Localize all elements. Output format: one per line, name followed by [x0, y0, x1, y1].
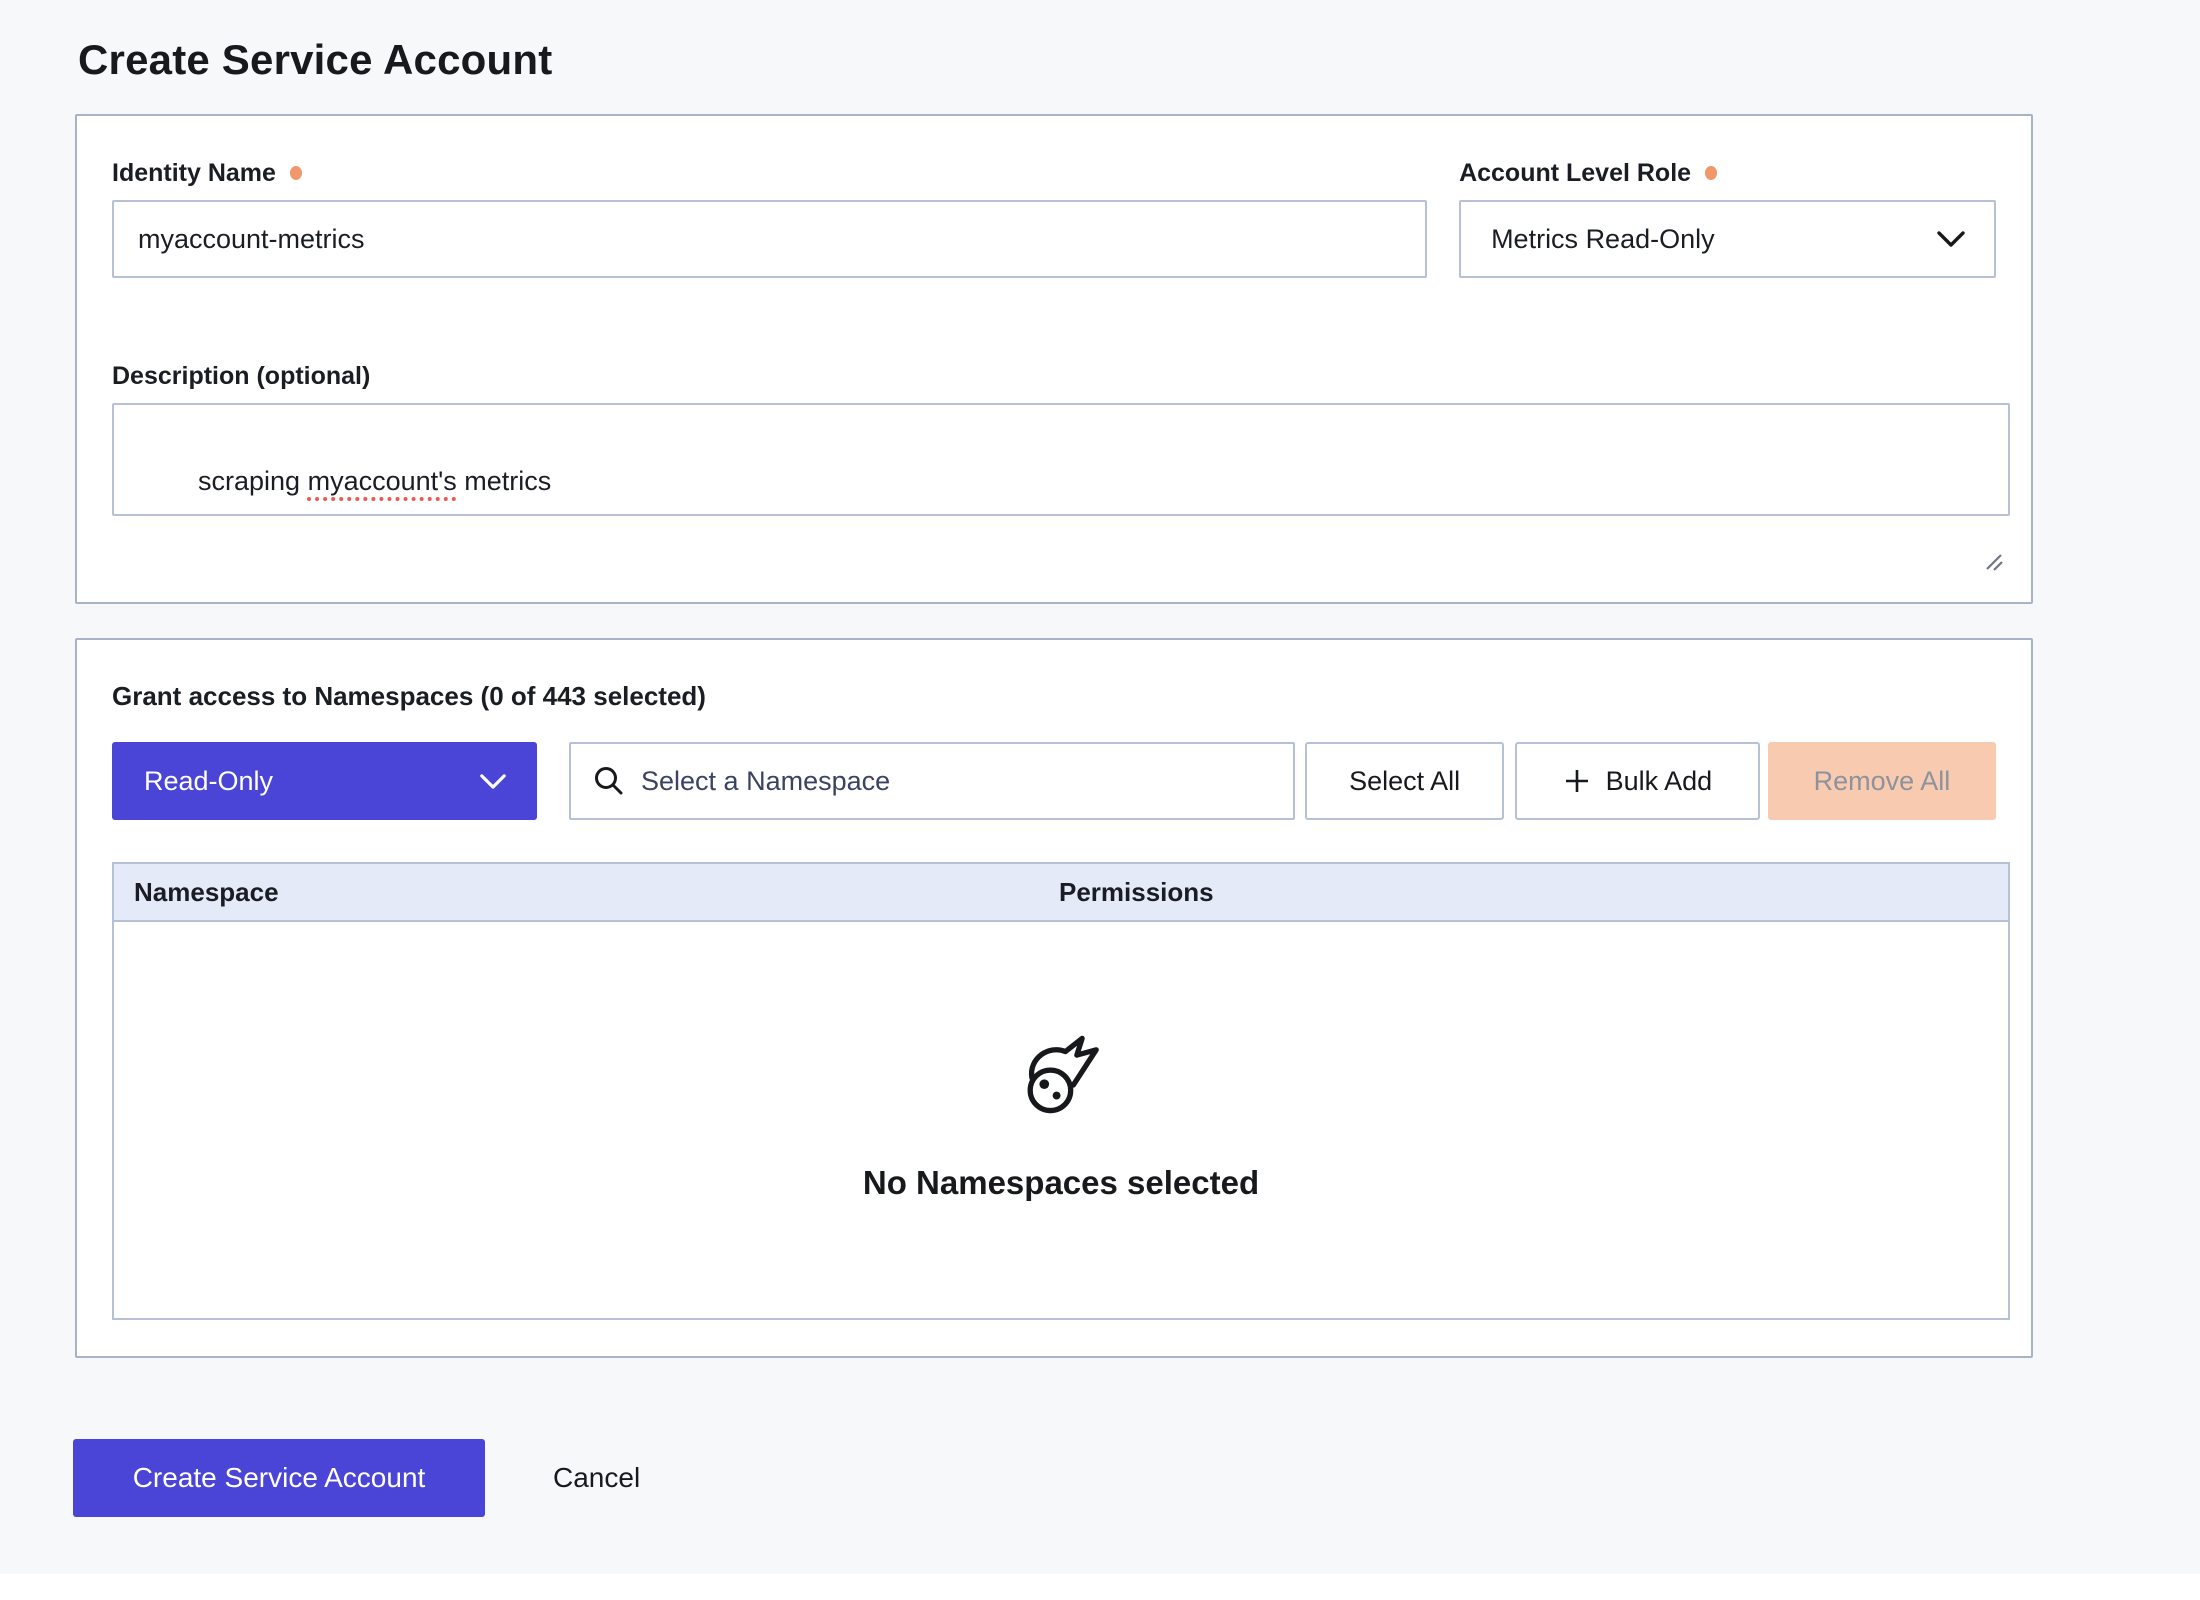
empty-state-text: No Namespaces selected	[863, 1164, 1259, 1202]
identity-name-label: Identity Name	[112, 159, 276, 188]
column-header-permissions: Permissions	[1059, 877, 2008, 908]
bottom-strip	[0, 1574, 2200, 1600]
page-title: Create Service Account	[78, 36, 2200, 84]
create-service-account-page: Create Service Account Identity Name Acc…	[0, 0, 2200, 1517]
chevron-down-icon	[1936, 230, 1966, 248]
namespace-search-input[interactable]	[641, 766, 1273, 797]
resize-handle-icon[interactable]	[1983, 489, 2005, 511]
namespace-search[interactable]	[569, 742, 1295, 820]
permission-dropdown-value: Read-Only	[144, 766, 273, 797]
namespaces-panel: Grant access to Namespaces (0 of 443 sel…	[75, 638, 2033, 1358]
chevron-down-icon	[479, 773, 507, 790]
select-all-button[interactable]: Select All	[1305, 742, 1503, 820]
required-dot	[290, 166, 302, 180]
comet-icon	[1017, 1034, 1105, 1122]
description-textarea[interactable]: scraping myaccount's metrics	[112, 403, 2010, 516]
description-misspelled-word: myaccount's	[308, 466, 457, 496]
column-header-namespace: Namespace	[134, 877, 1059, 908]
identity-panel: Identity Name Account Level Role Metrics…	[75, 114, 2033, 604]
account-level-role-value: Metrics Read-Only	[1491, 224, 1715, 255]
create-service-account-button[interactable]: Create Service Account	[73, 1439, 485, 1517]
required-dot	[1705, 166, 1717, 180]
account-level-role-label: Account Level Role	[1459, 159, 1691, 188]
description-text: scraping	[198, 466, 308, 496]
namespace-controls: Read-Only Select All	[112, 742, 1996, 820]
description-field: Description (optional) scraping myaccoun…	[112, 362, 1996, 516]
description-text: metrics	[457, 466, 552, 496]
remove-all-button[interactable]: Remove All	[1768, 742, 1996, 820]
namespaces-heading: Grant access to Namespaces (0 of 443 sel…	[112, 680, 1996, 712]
permission-dropdown[interactable]: Read-Only	[112, 742, 537, 820]
namespaces-table-header: Namespace Permissions	[114, 864, 2008, 922]
cancel-button[interactable]: Cancel	[553, 1462, 640, 1494]
namespaces-table: Namespace Permissions No Namespaces sele…	[112, 862, 2010, 1320]
identity-name-field: Identity Name	[112, 159, 1427, 278]
namespaces-table-body: No Namespaces selected	[114, 922, 2008, 1318]
plus-icon	[1563, 767, 1591, 795]
bulk-add-button[interactable]: Bulk Add	[1515, 742, 1760, 820]
footer-actions: Create Service Account Cancel	[73, 1439, 2200, 1517]
account-level-role-select[interactable]: Metrics Read-Only	[1459, 200, 1996, 278]
account-level-role-field: Account Level Role Metrics Read-Only	[1459, 159, 1996, 278]
search-icon	[593, 765, 625, 797]
identity-name-input[interactable]	[112, 200, 1427, 278]
description-label: Description (optional)	[112, 362, 370, 391]
